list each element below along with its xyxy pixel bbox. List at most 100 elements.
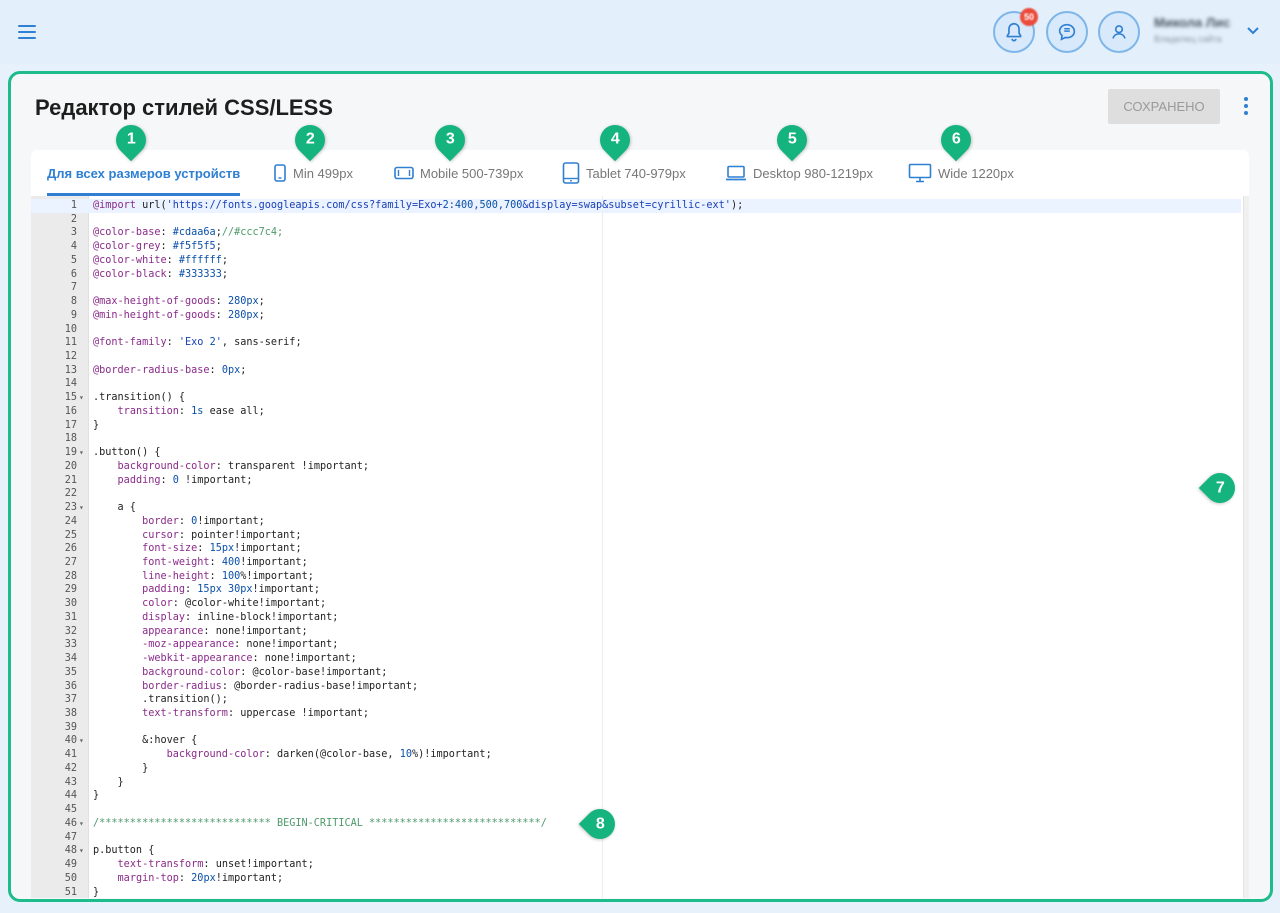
- fold-toggle-icon[interactable]: ▾: [79, 734, 84, 748]
- tab-label: Desktop 980-1219px: [753, 165, 873, 181]
- code-line[interactable]: 6 @color-black: #333333;: [31, 268, 1241, 282]
- tab-label: Tablet 740-979px: [586, 165, 686, 181]
- code-line[interactable]: 26 font-size: 15px!important;: [31, 542, 1241, 556]
- tab-mobile[interactable]: Mobile 500-739px: [394, 150, 523, 196]
- code-text: padding: 0 !important;: [117, 474, 253, 486]
- tab-all-devices[interactable]: Для всех размеров устройств: [47, 150, 241, 196]
- code-line[interactable]: 13 @border-radius-base: 0px;: [31, 364, 1241, 378]
- code-text: .transition();: [93, 694, 228, 706]
- tab-tablet[interactable]: Tablet 740-979px: [562, 150, 686, 196]
- code-line[interactable]: 11 @font-family: 'Exo 2', sans-serif;: [31, 336, 1241, 350]
- code-line[interactable]: 35 background-color: @color-base!importa…: [31, 666, 1241, 680]
- code-line[interactable]: 22: [31, 487, 1241, 501]
- code-line[interactable]: 4 @color-grey: #f5f5f5;: [31, 240, 1241, 254]
- tab-label: Min 499px: [293, 165, 353, 181]
- code-line[interactable]: 41 background-color: darken(@color-base,…: [31, 748, 1241, 762]
- save-button[interactable]: СОХРАНЕНО: [1108, 89, 1220, 124]
- code-line[interactable]: 7: [31, 281, 1241, 295]
- profile-button[interactable]: [1098, 11, 1140, 53]
- code-line[interactable]: 2: [31, 213, 1241, 227]
- code-line[interactable]: 1 @import url('https://fonts.googleapis.c…: [31, 199, 1241, 213]
- code-line[interactable]: 46 ▾ /**************************** BEGIN-C…: [31, 817, 1241, 831]
- code-line[interactable]: 9 @min-height-of-goods: 280px;: [31, 309, 1241, 323]
- code-line[interactable]: 44}: [31, 789, 1241, 803]
- code-text: padding: 15px 30px!important;: [142, 584, 320, 596]
- code-line[interactable]: 43 }: [31, 776, 1241, 790]
- chat-button[interactable]: [1046, 11, 1088, 53]
- code-text: -webkit-appearance: none!important;: [142, 653, 357, 665]
- code-line[interactable]: 38 text-transform: uppercase !important;: [31, 707, 1241, 721]
- code-line[interactable]: 14: [31, 377, 1241, 391]
- code-text: text-transform: uppercase !important;: [142, 708, 370, 719]
- code-line[interactable]: 5 @color-white: #ffffff;: [31, 254, 1241, 268]
- editor-scrollbar[interactable]: [1243, 196, 1249, 898]
- line-number: 3: [70, 227, 77, 239]
- line-number: 19: [64, 447, 77, 459]
- code-line[interactable]: 47: [31, 831, 1241, 845]
- code-line[interactable]: 16 transition: 1s ease all;: [31, 405, 1241, 419]
- code-line[interactable]: 12: [31, 350, 1241, 364]
- code-line[interactable]: 21 padding: 0 !important;: [31, 474, 1241, 488]
- code-line[interactable]: 36 border-radius: @border-radius-base!im…: [31, 680, 1241, 694]
- code-line[interactable]: 32 appearance: none!important;: [31, 625, 1241, 639]
- tab-wide[interactable]: Wide 1220px: [908, 150, 1014, 196]
- line-number: 10: [64, 323, 77, 335]
- more-options-icon[interactable]: [1240, 97, 1252, 117]
- code-line[interactable]: 45: [31, 803, 1241, 817]
- code-line[interactable]: 10: [31, 323, 1241, 337]
- tab-desktop[interactable]: Desktop 980-1219px: [725, 150, 873, 196]
- code-line[interactable]: 27 font-weight: 400!important;: [31, 556, 1241, 570]
- code-line[interactable]: 51}: [31, 886, 1241, 899]
- code-text: @color-base: #cdaa6a;//#ccc7c4;: [93, 227, 284, 239]
- code-line[interactable]: 23 ▾ a {: [31, 501, 1241, 515]
- code-line[interactable]: 48 ▾ p.button {: [31, 844, 1241, 858]
- code-line[interactable]: 18: [31, 432, 1241, 446]
- menu-icon[interactable]: [18, 25, 36, 39]
- user-name[interactable]: Микола Лис: [1154, 15, 1230, 30]
- line-number: 41: [64, 749, 77, 761]
- line-number: 44: [64, 790, 77, 802]
- code-line[interactable]: 3 @color-base: #cdaa6a;//#ccc7c4;: [31, 226, 1241, 240]
- code-line[interactable]: 33 -moz-appearance: none!important;: [31, 638, 1241, 652]
- code-line[interactable]: 29 padding: 15px 30px!important;: [31, 583, 1241, 597]
- code-line[interactable]: 8 @max-height-of-goods: 280px;: [31, 295, 1241, 309]
- code-line[interactable]: 42 }: [31, 762, 1241, 776]
- line-number: 35: [64, 666, 77, 678]
- code-line[interactable]: 15 ▾ .transition() {: [31, 391, 1241, 405]
- code-line[interactable]: 50 margin-top: 20px!important;: [31, 872, 1241, 886]
- chevron-down-icon[interactable]: [1246, 26, 1260, 36]
- code-text: text-transform: unset!important;: [117, 859, 314, 871]
- code-line[interactable]: 37 .transition();: [31, 693, 1241, 707]
- fold-toggle-icon[interactable]: ▾: [79, 501, 84, 515]
- code-text: p.button {: [93, 845, 155, 857]
- code-text: @max-height-of-goods: 280px;: [93, 296, 265, 308]
- code-line[interactable]: 40 ▾ &:hover {: [31, 734, 1241, 748]
- code-editor[interactable]: 1 @import url('https://fonts.googleapis.c…: [31, 196, 1249, 898]
- code-line[interactable]: 25 cursor: pointer!important;: [31, 529, 1241, 543]
- line-number: 5: [70, 254, 77, 266]
- page-title: Редактор стилей CSS/LESS: [35, 95, 333, 120]
- code-line[interactable]: 31 display: inline-block!important;: [31, 611, 1241, 625]
- fold-toggle-icon[interactable]: ▾: [79, 817, 84, 831]
- code-line[interactable]: 24 border: 0!important;: [31, 515, 1241, 529]
- code-text: }: [93, 776, 124, 788]
- code-line[interactable]: 20 background-color: transparent !import…: [31, 460, 1241, 474]
- code-line[interactable]: 19 ▾ .button() {: [31, 446, 1241, 460]
- fold-toggle-icon[interactable]: ▾: [79, 391, 84, 405]
- line-number: 31: [64, 611, 77, 623]
- code-line[interactable]: 28 line-height: 100%!important;: [31, 570, 1241, 584]
- line-number: 46: [64, 817, 77, 829]
- code-line[interactable]: 49 text-transform: unset!important;: [31, 858, 1241, 872]
- code-text: }: [93, 790, 100, 802]
- code-text: background-color: @color-base!important;: [142, 666, 388, 678]
- fold-toggle-icon[interactable]: ▾: [79, 446, 84, 460]
- code-line[interactable]: 34 -webkit-appearance: none!important;: [31, 652, 1241, 666]
- line-number: 21: [64, 474, 77, 486]
- code-text: border: 0!important;: [142, 515, 265, 527]
- code-line[interactable]: 30 color: @color-white!important;: [31, 597, 1241, 611]
- code-line[interactable]: 17}: [31, 419, 1241, 433]
- code-line[interactable]: 39: [31, 721, 1241, 735]
- fold-toggle-icon[interactable]: ▾: [79, 844, 84, 858]
- top-bar: 50 Микола Лис Владелец сайта: [0, 0, 1280, 64]
- line-number: 42: [64, 762, 77, 774]
